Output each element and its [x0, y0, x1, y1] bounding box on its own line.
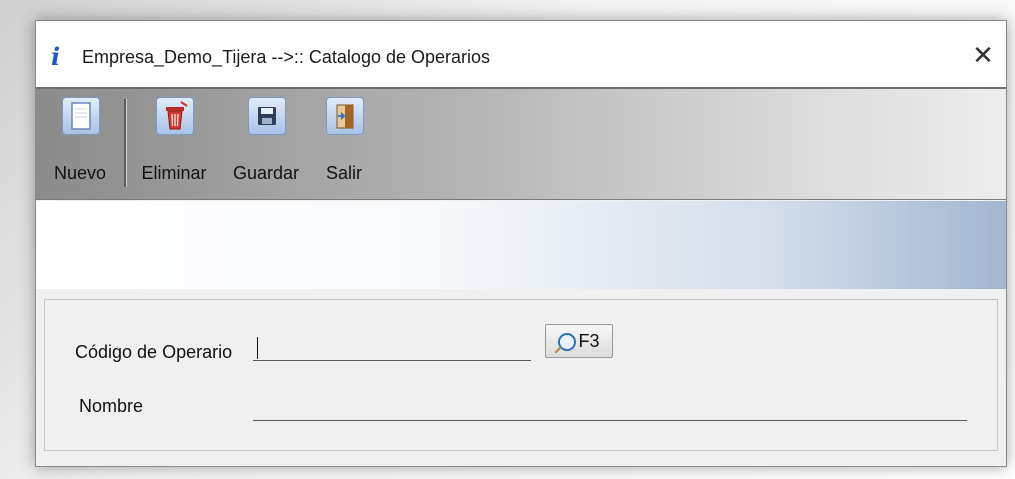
exit-button[interactable]: Salir: [312, 93, 376, 191]
nombre-label: Nombre: [79, 396, 144, 416]
codigo-input[interactable]: [253, 336, 531, 361]
codigo-label: Código de Operario: [75, 342, 233, 362]
save-disk-icon: [248, 97, 286, 135]
search-f3-button[interactable]: F3: [545, 324, 613, 358]
delete-button[interactable]: Eliminar: [132, 93, 216, 191]
title-bar[interactable]: i Empresa_Demo_Tijera -->:: Catalogo de …: [36, 21, 1006, 89]
screenshot-frame: i Empresa_Demo_Tijera -->:: Catalogo de …: [0, 0, 1015, 479]
delete-button-label: Eliminar: [141, 163, 207, 183]
search-button-label: F3: [578, 331, 600, 351]
operator-form: Código de Operario F3 Nombre: [44, 299, 998, 451]
new-document-icon: [62, 97, 100, 135]
header-banner: [36, 201, 1006, 289]
save-button[interactable]: Guardar: [224, 93, 308, 191]
nombre-input[interactable]: [253, 396, 967, 421]
window-title: Empresa_Demo_Tijera -->:: Catalogo de Op…: [82, 47, 491, 67]
save-button-label: Guardar: [232, 163, 300, 183]
toolbar: Nuevo Eliminar Guardar Salir: [36, 89, 1006, 200]
exit-button-label: Salir: [325, 163, 362, 183]
search-icon: [558, 333, 577, 352]
exit-door-icon: [326, 97, 364, 135]
info-icon: i: [51, 42, 61, 71]
close-icon[interactable]: ✕: [966, 39, 1000, 73]
catalog-window: i Empresa_Demo_Tijera -->:: Catalogo de …: [35, 20, 1007, 467]
toolbar-separator: [124, 99, 127, 187]
text-caret: [257, 337, 258, 359]
new-button-label: Nuevo: [53, 163, 107, 183]
new-button[interactable]: Nuevo: [40, 93, 120, 191]
trash-icon: [156, 97, 194, 135]
